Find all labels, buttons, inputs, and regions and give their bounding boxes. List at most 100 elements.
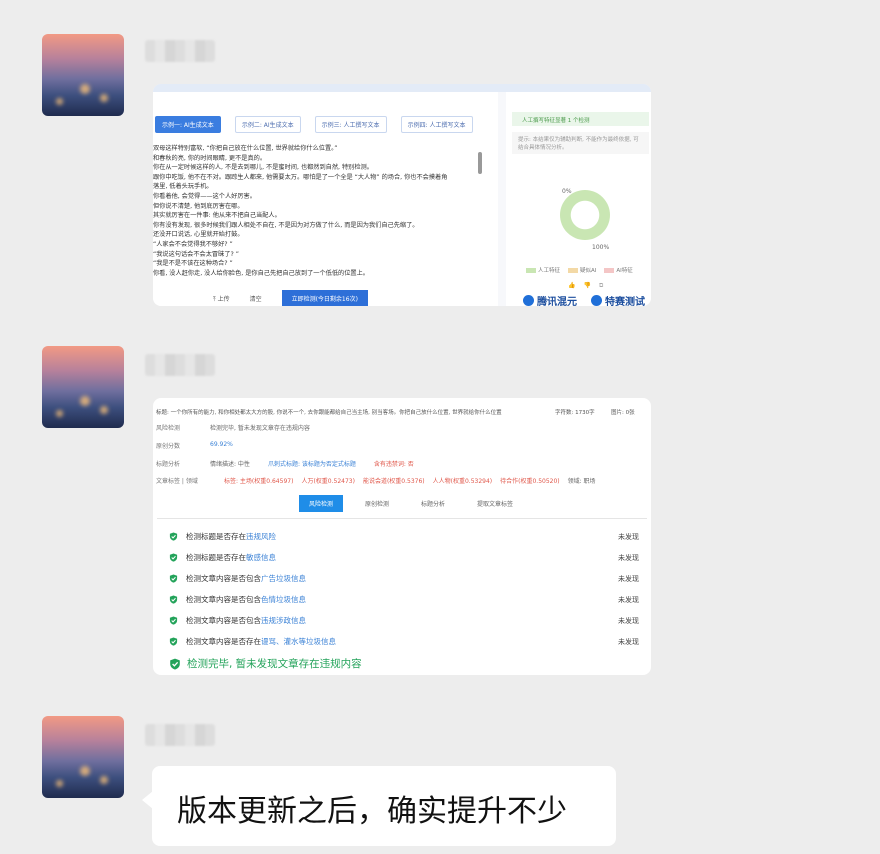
text-line: 但你说不清楚, 他到底厉害在哪。 xyxy=(153,202,244,210)
hunyuan-logo-icon xyxy=(523,295,534,306)
text-line: 和春秋的亮, 你的时间眼睛, 更不是真的。 xyxy=(153,154,267,162)
detect-button[interactable]: 立即检测(今日剩余16次) xyxy=(281,290,368,306)
risk-key: 风险检测 xyxy=(156,425,181,432)
tab-original[interactable]: 原创检测 xyxy=(355,495,399,512)
image-count: 图片: 0张 xyxy=(611,410,635,416)
original-key: 原创分数 xyxy=(156,443,181,450)
shield-check-icon xyxy=(169,532,178,541)
message-bubble[interactable]: 版本更新之后，确实提升不少 xyxy=(152,766,616,846)
tag-item: 待合作(权重0.50520) xyxy=(500,478,560,485)
legend-item: AI特征 xyxy=(604,266,633,274)
thumb-down-icon[interactable]: 👎 xyxy=(583,282,590,290)
tab-tags[interactable]: 提取文章标签 xyxy=(467,495,523,512)
donut-legend: 人工特征 疑似AI AI特征 xyxy=(526,266,633,274)
title-banned-words: 含有违禁词: 否 xyxy=(373,461,414,468)
check-item: 检测文章内容是否包含广告垃圾信息 未发现 xyxy=(169,573,639,584)
check-status: 未发现 xyxy=(618,616,639,625)
screenshot-image[interactable]: 标题: 一个你所有的能力, 和你相处都太大方的股, 你说不一个, 去你跟能都给自… xyxy=(153,398,651,675)
check-label: 检测文章内容是否包含 xyxy=(186,574,261,583)
check-status: 未发现 xyxy=(618,574,639,583)
tab-title[interactable]: 标题分析 xyxy=(411,495,455,512)
donut-chart xyxy=(560,190,610,240)
editor-actions: ⤒ 上传 清空 立即检测(今日剩余16次) xyxy=(213,290,368,306)
text-line: 还没开口说话, 心里就开始打鼓。 xyxy=(153,231,244,239)
detector-editor-panel: 示例一: AI生成文本 示例二: AI生成文本 示例三: 人工撰写文本 示例四:… xyxy=(153,92,498,306)
upload-label: 上传 xyxy=(217,295,230,303)
check-highlight: 违规风险 xyxy=(246,532,276,541)
copy-icon[interactable]: ⧉ xyxy=(599,282,603,290)
legend-item: 疑似AI xyxy=(568,266,596,274)
test-logo-icon xyxy=(591,295,602,306)
title-analysis-key: 标题分析 xyxy=(156,461,181,468)
check-highlight: 敏感信息 xyxy=(246,553,276,562)
screenshot-image[interactable]: 示例一: AI生成文本 示例二: AI生成文本 示例三: 人工撰写文本 示例四:… xyxy=(153,84,651,306)
tab-example-3[interactable]: 示例三: 人工撰写文本 xyxy=(314,116,387,133)
avatar[interactable] xyxy=(42,346,124,428)
text-line: 你看, 没人赶你走, 没人给你脸色, 是你自己先把自己放到了一个低低的位置上。 xyxy=(153,269,369,277)
tag-item: 能说会道(权重0.5376) xyxy=(362,478,425,485)
sender-name xyxy=(145,354,215,376)
upload-button[interactable]: ⤒ 上传 xyxy=(213,294,230,304)
sender-name xyxy=(145,724,215,746)
check-label: 检测标题是否存在 xyxy=(186,532,246,541)
check-item: 检测文章内容是否包含色情垃圾信息 未发现 xyxy=(169,594,639,605)
tag-item: 标签: 主场(权重0.64597) xyxy=(224,478,294,485)
shield-check-icon xyxy=(169,637,178,646)
brand-hunyuan: 腾讯混元 xyxy=(523,293,577,306)
check-item: 检测标题是否存在敏感信息 未发现 xyxy=(169,552,639,563)
shield-check-icon xyxy=(170,658,180,670)
title-type: 爪刺式标题: 该标题为否定式标题 xyxy=(267,461,356,468)
tag-item: 人万(权重0.52473) xyxy=(301,478,355,485)
scrollbar[interactable] xyxy=(478,152,482,174)
risk-value: 检测完毕, 暂未发现文章存在违规内容 xyxy=(210,425,310,432)
shield-check-icon xyxy=(169,616,178,625)
article-title: 标题: 一个你所有的能力, 和你相处都太大方的股, 你说不一个, 去你跟能都给自… xyxy=(156,410,502,416)
check-status: 未发现 xyxy=(618,532,639,541)
check-label: 检测文章内容是否存在 xyxy=(186,637,261,646)
avatar[interactable] xyxy=(42,716,124,798)
tag-row: 文章标签 | 领域 标签: 主场(权重0.64597) 人万(权重0.52473… xyxy=(156,476,596,485)
risk-row: 风险检测 检测完毕, 暂未发现文章存在违规内容 xyxy=(156,423,310,432)
check-highlight: 谩骂、灌水等垃圾信息 xyxy=(261,637,336,646)
text-line: “我说这句话会不会太冒昧了? ” xyxy=(153,250,239,258)
clear-button[interactable]: 清空 xyxy=(250,294,262,303)
text-line: 你有没有发现, 很多时候我们跟人相处不自在, 不是因为对方做了什么, 而是因为我… xyxy=(153,221,419,229)
tag-item: 人人物(权重0.53294) xyxy=(432,478,493,485)
legend-item: 人工特征 xyxy=(526,266,560,274)
check-highlight: 违规涉政信息 xyxy=(261,616,306,625)
tab-risk[interactable]: 风险检测 xyxy=(299,495,344,512)
text-line: “人家会不会觉得我不够好? ” xyxy=(153,240,233,248)
result-note: 提示: 本结果仅为辅助判断, 不能作为最终依据, 可结合具体情况分析。 xyxy=(512,132,649,154)
word-count: 字符数: 1730字 xyxy=(555,410,595,416)
check-status: 未发现 xyxy=(618,595,639,604)
tab-example-4[interactable]: 示例四: 人工撰写文本 xyxy=(400,116,473,133)
example-tabs: 示例一: AI生成文本 示例二: AI生成文本 示例三: 人工撰写文本 示例四:… xyxy=(155,116,473,133)
brand-test: 特赛测试 xyxy=(591,293,645,306)
shield-check-icon xyxy=(169,595,178,604)
check-status: 未发现 xyxy=(618,637,639,646)
check-highlight: 色情垃圾信息 xyxy=(261,595,306,604)
text-line: “我是不是不该在这种场合? ” xyxy=(153,260,233,268)
thumb-up-icon[interactable]: 👍 xyxy=(568,282,575,290)
check-item: 检测文章内容是否存在谩骂、灌水等垃圾信息 未发现 xyxy=(169,636,639,647)
text-line: 落里, 低着头玩手机。 xyxy=(153,183,213,191)
avatar[interactable] xyxy=(42,34,124,116)
result-header: 人工撰写特征显著 1 个检测 xyxy=(512,112,649,126)
text-line: 其实就厉害在一件事: 他从来不把自己当配人。 xyxy=(153,212,281,220)
message-text: 版本更新之后，确实提升不少 xyxy=(177,794,567,829)
tab-example-1[interactable]: 示例一: AI生成文本 xyxy=(155,116,221,133)
check-highlight: 广告垃圾信息 xyxy=(261,574,306,583)
window-strip xyxy=(153,84,651,92)
shield-check-icon xyxy=(169,574,178,583)
result-panel: 人工撰写特征显著 1 个检测 提示: 本结果仅为辅助判断, 不能作为最终依据, … xyxy=(506,92,651,306)
title-analysis-row: 标题分析 情绪描述: 中性 爪刺式标题: 该标题为否定式标题 含有违禁词: 否 xyxy=(156,459,414,468)
original-score: 69.92% xyxy=(210,441,233,448)
article-text[interactable]: 双母这样特别富软, “你把自己放在什么位置, 世界就给你什么位置。” 和春秋的亮… xyxy=(153,144,478,278)
shield-check-icon xyxy=(169,553,178,562)
sender-name xyxy=(145,40,215,62)
tab-example-2[interactable]: 示例二: AI生成文本 xyxy=(234,116,301,133)
tag-key: 文章标签 | 领域 xyxy=(156,478,198,485)
check-status: 未发现 xyxy=(618,553,639,562)
domain-label: 领域: 职场 xyxy=(567,478,596,485)
text-line: 你看着他, 会觉得——这个人好厉害。 xyxy=(153,192,256,200)
